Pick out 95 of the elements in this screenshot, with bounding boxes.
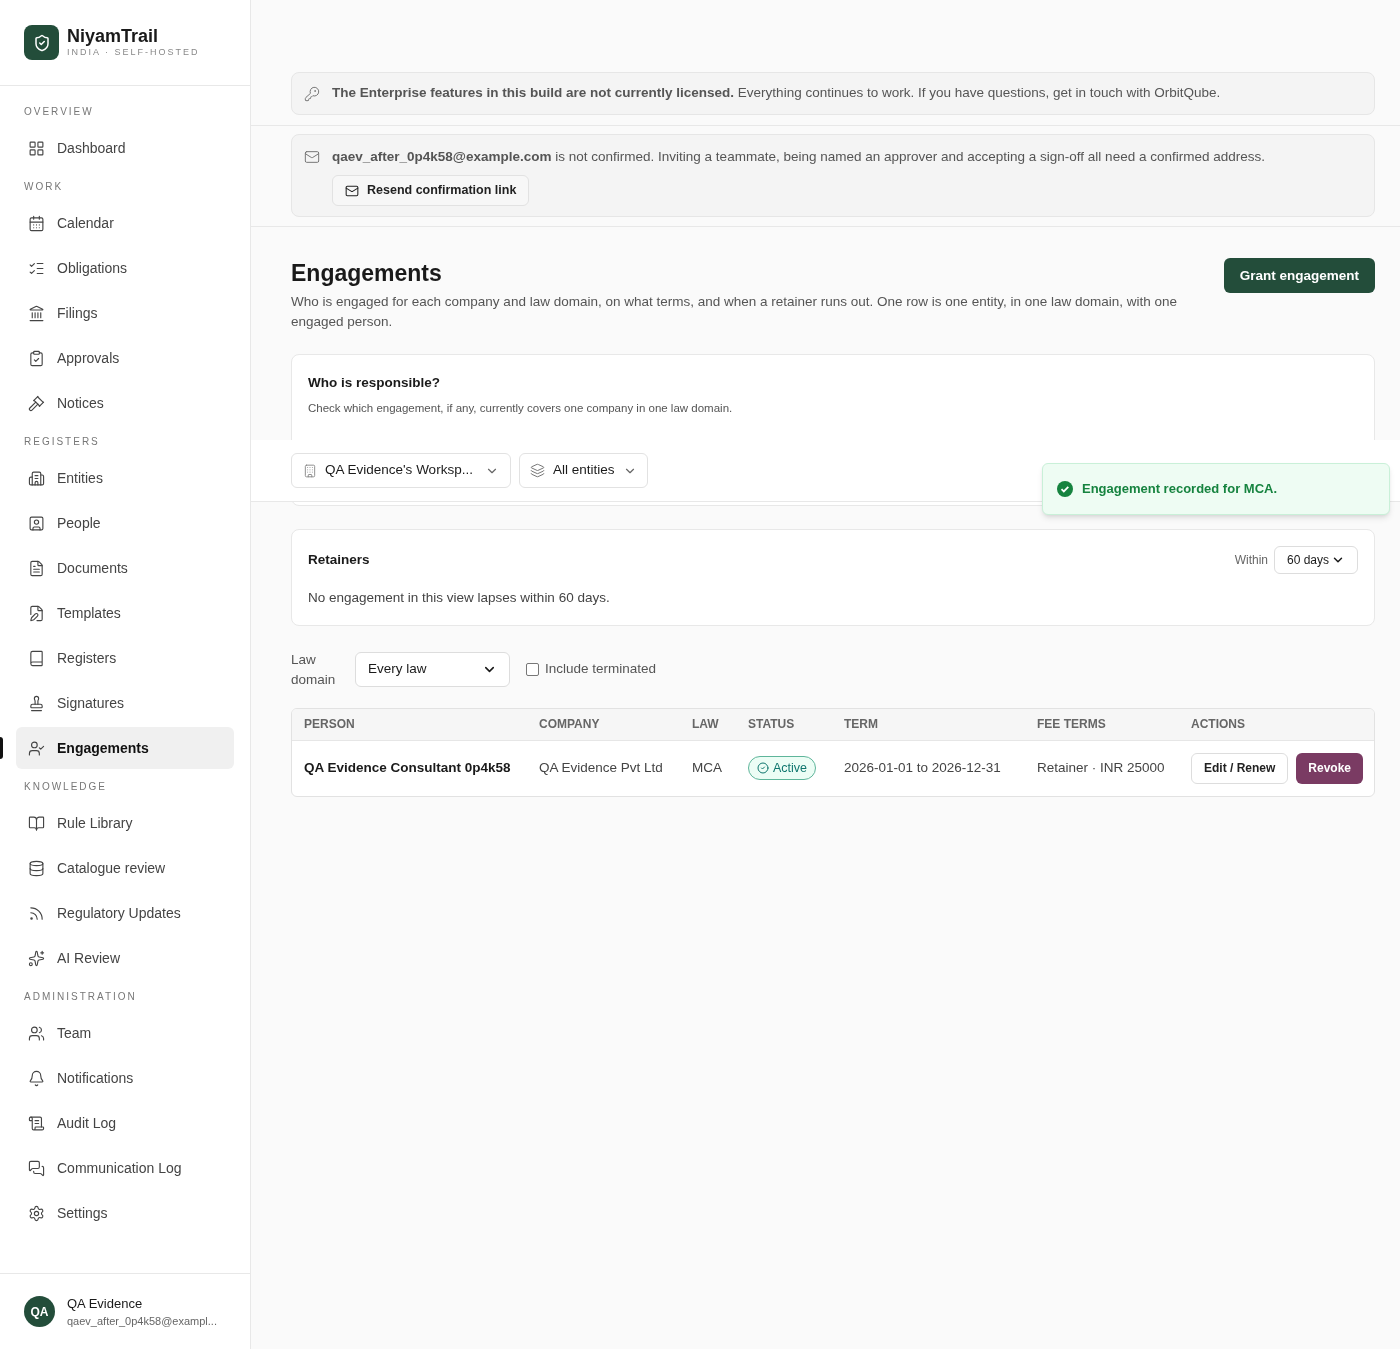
empty-message: No engagement in this view lapses within 60 days. (308, 589, 611, 608)
dashboard-icon (28, 139, 45, 157)
sidebar-item[interactable]: Obligations (16, 247, 234, 289)
chat-icon (28, 1159, 45, 1177)
user-email: qaev_after_0p4k58@exampl... (67, 1314, 217, 1329)
status-badge: Active (748, 756, 817, 780)
table-cell-text: QA Evidence Consultant 0p4k58 (303, 758, 512, 777)
layers-icon (530, 463, 545, 478)
section-label: OVERVIEW (23, 105, 95, 119)
table-cell-text: 2026-01-01 to 2026-12-31 (844, 758, 1002, 777)
column-header: STATUS (748, 716, 796, 733)
sidebar-item[interactable]: Documents (16, 547, 234, 589)
building-icon (28, 469, 45, 487)
include-terminated-label: Include terminated (545, 660, 657, 679)
card-hint: Check which engagement, if any, currently covers one company in one law domain. (308, 400, 734, 416)
section-label: KNOWLEDGE (23, 780, 108, 794)
sidebar-item[interactable]: Entities (16, 457, 234, 499)
page-description: Who is engaged for each company and law domain, on what terms, and when a retainer runs out. One row is one entity, in one law domain, with one engaged person. (291, 293, 1178, 332)
key-icon (304, 85, 320, 102)
mail-icon (304, 149, 320, 166)
license-message: The Enterprise features in this build are not currently licensed. Everything continues to work. If you have questions, get in touch with OrbitQube. (332, 84, 1221, 103)
sidebar-item[interactable]: Regulatory Updates (16, 892, 234, 934)
shield-logo-icon (24, 25, 59, 60)
column-header: ACTIONS (1191, 716, 1246, 733)
sidebar-item[interactable]: Catalogue review (16, 847, 234, 889)
settings-icon (28, 1204, 45, 1222)
column-header: PERSON (303, 716, 356, 733)
section-label: REGISTERS (23, 435, 101, 449)
sidebar-item[interactable]: Communication Log (16, 1147, 234, 1189)
stamp-icon (28, 694, 45, 712)
sidebar-item[interactable]: Calendar (16, 202, 234, 244)
bell-icon (28, 1069, 45, 1087)
revoke-button[interactable]: Revoke (1296, 752, 1364, 784)
table-cell-text: MCA (692, 758, 723, 777)
law-domain-label: Law domain (291, 650, 337, 689)
sidebar-item[interactable]: Team (16, 1012, 234, 1054)
include-terminated-checkbox[interactable] (526, 663, 539, 676)
user-avatar: QA (24, 1296, 55, 1327)
grant-engagement-button[interactable]: Grant engagement (1223, 258, 1375, 294)
section-label: ADMINISTRATION (23, 990, 138, 1004)
brand-subtitle: INDIA · SELF-HOSTED (67, 46, 200, 59)
book-icon (28, 649, 45, 667)
clipboard-icon (28, 349, 45, 367)
sidebar-item[interactable]: Filings (16, 292, 234, 334)
table-cell-text: Retainer · INR 25000 (1037, 758, 1166, 777)
scroll-icon (28, 1114, 45, 1132)
column-header: FEE TERMS (1037, 716, 1107, 733)
workspace-selector[interactable]: QA Evidence's Worksp... (291, 453, 511, 488)
column-header: COMPANY (539, 716, 601, 733)
users-icon (28, 1024, 45, 1042)
document-icon (28, 559, 45, 577)
sidebar-item[interactable]: Notices (16, 382, 234, 424)
entities-selector[interactable]: All entities (519, 453, 648, 488)
sidebar-item[interactable]: AI Review (16, 937, 234, 979)
contact-card-icon (28, 514, 45, 532)
sidebar-item[interactable]: Audit Log (16, 1102, 234, 1144)
sidebar-item[interactable]: Notifications (16, 1057, 234, 1099)
brand-name: NiyamTrail (67, 25, 160, 46)
section-label: WORK (23, 180, 65, 194)
page-title: Engagements (291, 259, 443, 289)
toast-message: Engagement recorded for MCA. (1082, 480, 1278, 499)
gavel-icon (28, 394, 45, 412)
sidebar-item[interactable]: Rule Library (16, 802, 234, 844)
card-title: Retainers (308, 551, 370, 570)
card-title: Who is responsible? (308, 374, 441, 393)
open-book-icon (28, 814, 45, 832)
sidebar-item[interactable]: Engagements (16, 727, 234, 769)
sidebar-item[interactable]: Approvals (16, 337, 234, 379)
law-domain-select[interactable]: Every law (355, 652, 510, 687)
sidebar-item[interactable]: Signatures (16, 682, 234, 724)
table-cell-text: QA Evidence Pvt Ltd (539, 758, 664, 777)
building-icon (303, 463, 317, 478)
check-circle-icon (757, 762, 769, 774)
user-name: QA Evidence (67, 1294, 144, 1313)
sidebar-item[interactable]: Settings (16, 1192, 234, 1234)
column-header: TERM (844, 716, 879, 733)
sidebar-item[interactable]: Dashboard (16, 127, 234, 169)
resend-button[interactable]: Resend confirmation link (332, 175, 530, 207)
sidebar-item[interactable]: People (16, 502, 234, 544)
edit-renew-button[interactable]: Edit / Renew (1191, 752, 1289, 784)
database-icon (28, 859, 45, 877)
bank-icon (28, 304, 45, 322)
sidebar-item[interactable]: Registers (16, 637, 234, 679)
sidebar-item[interactable]: Templates (16, 592, 234, 634)
feed-icon (28, 904, 45, 922)
calendar-icon (28, 214, 45, 232)
email-warning: qaev_after_0p4k58@example.com is not confirmed. Inviting a teammate, being named an approver and accepting a sign-off all need a confirmed address. (332, 148, 1265, 166)
column-header: LAW (692, 716, 720, 733)
within-label: Within (1234, 552, 1268, 570)
file-edit-icon (28, 604, 45, 622)
mail-icon (345, 183, 359, 198)
check-circle-icon (1057, 481, 1073, 497)
within-select[interactable]: 60 days (1274, 546, 1358, 575)
sparkles-icon (28, 949, 45, 967)
user-check-icon (28, 739, 45, 757)
